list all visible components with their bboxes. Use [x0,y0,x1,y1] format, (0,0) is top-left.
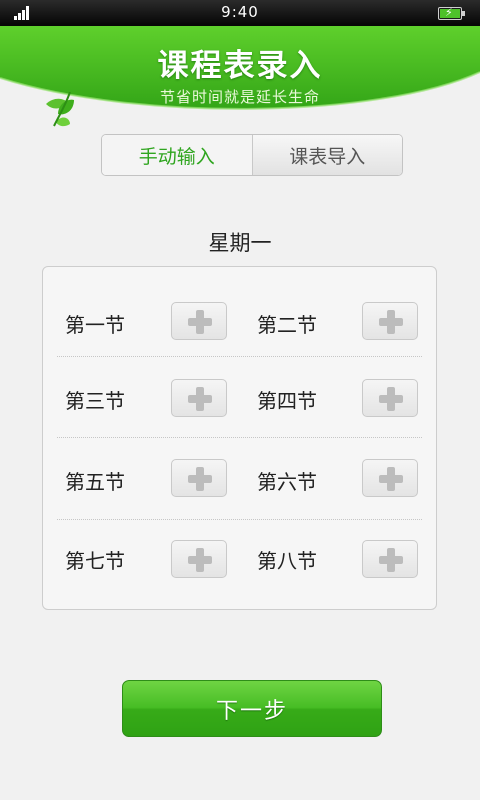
add-slot-8-button[interactable] [362,540,418,578]
plus-icon [379,387,403,411]
add-slot-3-button[interactable] [171,379,227,417]
add-slot-5-button[interactable] [171,459,227,497]
add-slot-1-button[interactable] [171,302,227,340]
status-bar: 9:40 ⚡ [0,0,480,26]
tab-manual-input[interactable]: 手动输入 [102,135,253,175]
slot-label-5: 第五节 [65,470,125,494]
plus-icon [188,467,212,491]
plus-icon [379,310,403,334]
plus-icon [188,548,212,572]
slot-label-4: 第四节 [257,389,317,413]
next-step-button[interactable]: 下一步 [122,680,382,737]
slot-label-3: 第三节 [65,389,125,413]
add-slot-4-button[interactable] [362,379,418,417]
input-mode-tabs: 手动输入 课表导入 [101,134,403,176]
add-slot-7-button[interactable] [171,540,227,578]
slot-label-7: 第七节 [65,549,125,573]
plus-icon [379,548,403,572]
row-divider [57,437,422,438]
slot-label-2: 第二节 [257,313,317,337]
add-slot-6-button[interactable] [362,459,418,497]
day-label: 星期一 [208,231,272,255]
class-slots-panel: 第一节 第二节 第三节 第四节 第五节 第六节 第七节 第八节 [42,266,437,610]
page-title: 课程表录入 [157,48,323,84]
slot-label-6: 第六节 [257,470,317,494]
status-time: 9:40 [221,3,259,21]
slot-label-1: 第一节 [65,313,125,337]
tab-schedule-import[interactable]: 课表导入 [252,135,402,175]
slot-label-8: 第八节 [257,549,317,573]
row-divider [57,356,422,357]
leaf-icon [46,92,74,127]
add-slot-2-button[interactable] [362,302,418,340]
row-divider [57,519,422,520]
plus-icon [379,467,403,491]
plus-icon [188,387,212,411]
battery-charging-icon: ⚡ [438,6,465,20]
plus-icon [188,310,212,334]
